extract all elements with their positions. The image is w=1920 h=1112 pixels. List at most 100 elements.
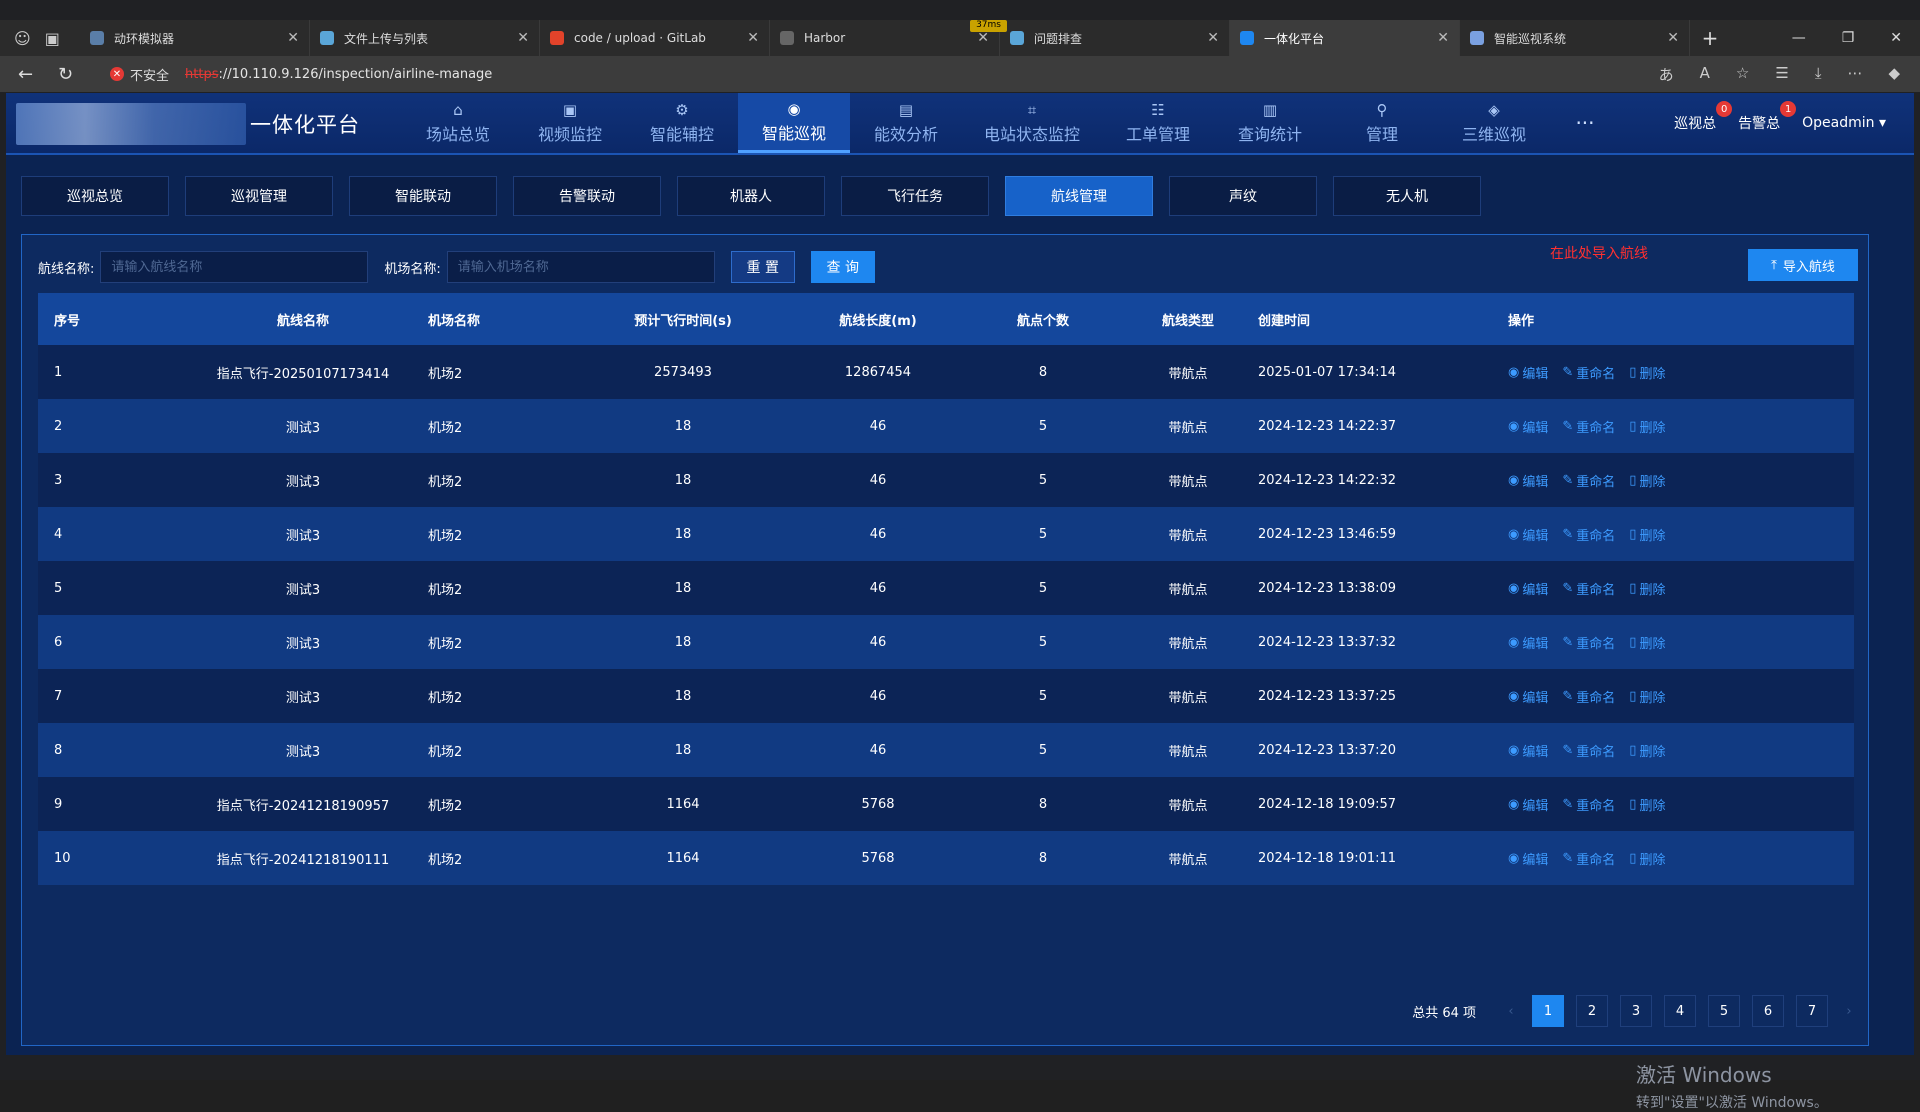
import-route-button[interactable]: ⤒ 导入航线: [1748, 249, 1858, 281]
prev-page-icon[interactable]: ‹: [1502, 1004, 1520, 1019]
browser-tab[interactable]: Harbor ✕ 37ms: [770, 20, 1007, 56]
table-cell: 带航点: [1168, 582, 1208, 598]
tab-close-icon[interactable]: ✕: [287, 30, 299, 46]
delete-button[interactable]: ▯ 删除: [1629, 363, 1665, 382]
edit-button[interactable]: ◉ 编辑: [1508, 741, 1548, 760]
subtab[interactable]: 机器人: [677, 176, 825, 216]
edit-button[interactable]: ◉ 编辑: [1508, 471, 1548, 490]
route-name-input[interactable]: [100, 251, 369, 283]
page-button[interactable]: 6: [1752, 995, 1784, 1027]
refresh-icon[interactable]: ↻: [58, 64, 98, 85]
tab-close-icon[interactable]: ✕: [1437, 30, 1449, 46]
read-aloud-icon[interactable]: A: [1700, 64, 1710, 85]
nav-item[interactable]: ⌂ 场站总览: [402, 93, 514, 153]
browser-tab[interactable]: 智能巡视系统 ✕: [1460, 20, 1690, 56]
translate-icon[interactable]: あ: [1659, 64, 1674, 85]
page-button[interactable]: 2: [1576, 995, 1608, 1027]
page-button[interactable]: 7: [1796, 995, 1828, 1027]
next-page-icon[interactable]: ›: [1840, 1004, 1858, 1019]
rename-button[interactable]: ✎ 重命名: [1562, 579, 1615, 598]
tab-close-icon[interactable]: ✕: [977, 30, 989, 46]
favorite-icon[interactable]: ☆: [1736, 64, 1749, 85]
rename-button[interactable]: ✎ 重命名: [1562, 417, 1615, 436]
page-button[interactable]: 5: [1708, 995, 1740, 1027]
more-menu-icon[interactable]: ⋯: [1847, 64, 1862, 85]
edit-button[interactable]: ◉ 编辑: [1508, 795, 1548, 814]
rename-button[interactable]: ✎ 重命名: [1562, 687, 1615, 706]
edit-button[interactable]: ◉ 编辑: [1508, 579, 1548, 598]
browser-tab[interactable]: 动环模拟器 ✕: [80, 20, 310, 56]
browser-tab[interactable]: 文件上传与列表 ✕: [310, 20, 540, 56]
rename-button[interactable]: ✎ 重命名: [1562, 849, 1615, 868]
browser-tab[interactable]: code / upload · GitLab ✕: [540, 20, 770, 56]
delete-button[interactable]: ▯ 删除: [1629, 471, 1665, 490]
rename-button[interactable]: ✎ 重命名: [1562, 795, 1615, 814]
rename-button[interactable]: ✎ 重命名: [1562, 525, 1615, 544]
delete-button[interactable]: ▯ 删除: [1629, 525, 1665, 544]
copilot-icon[interactable]: ◆: [1888, 64, 1900, 85]
downloads-icon[interactable]: ⤓: [1815, 64, 1822, 85]
reset-button[interactable]: 重 置: [730, 251, 795, 283]
favorites-list-icon[interactable]: ☰: [1775, 64, 1788, 85]
edit-button[interactable]: ◉ 编辑: [1508, 417, 1548, 436]
airport-name-input[interactable]: [446, 251, 715, 283]
delete-button[interactable]: ▯ 删除: [1629, 741, 1665, 760]
subtab[interactable]: 巡视总览: [21, 176, 169, 216]
back-icon[interactable]: ←: [18, 64, 58, 85]
delete-button[interactable]: ▯ 删除: [1629, 849, 1665, 868]
subtab[interactable]: 声纹: [1169, 176, 1317, 216]
alarm-total[interactable]: 告警总 1: [1738, 101, 1797, 133]
delete-button[interactable]: ▯ 删除: [1629, 687, 1665, 706]
tab-close-icon[interactable]: ✕: [747, 30, 759, 46]
subtab[interactable]: 智能联动: [349, 176, 497, 216]
subtab[interactable]: 飞行任务: [841, 176, 989, 216]
maximize-icon[interactable]: ❐: [1842, 30, 1855, 46]
close-window-icon[interactable]: ✕: [1890, 30, 1902, 46]
tab-close-icon[interactable]: ✕: [517, 30, 529, 46]
user-menu[interactable]: Opeadmin ▾: [1802, 115, 1886, 131]
nav-item[interactable]: ▥ 查询统计: [1214, 93, 1326, 153]
query-button[interactable]: 查 询: [810, 251, 875, 283]
page-button[interactable]: 4: [1664, 995, 1696, 1027]
delete-button[interactable]: ▯ 删除: [1629, 795, 1665, 814]
page-button[interactable]: 3: [1620, 995, 1652, 1027]
edit-button[interactable]: ◉ 编辑: [1508, 687, 1548, 706]
subtab[interactable]: 无人机: [1333, 176, 1481, 216]
subtab[interactable]: 告警联动: [513, 176, 661, 216]
edit-button[interactable]: ◉ 编辑: [1508, 849, 1548, 868]
nav-item[interactable]: ☷ 工单管理: [1102, 93, 1214, 153]
tab-close-icon[interactable]: ✕: [1207, 30, 1219, 46]
edit-button[interactable]: ◉ 编辑: [1508, 633, 1548, 652]
subtab[interactable]: 航线管理: [1005, 176, 1153, 216]
nav-item[interactable]: ▣ 视频监控: [514, 93, 626, 153]
browser-tab[interactable]: 一体化平台 ✕: [1230, 20, 1460, 56]
tab-actions-icon[interactable]: ▣: [45, 29, 60, 48]
nav-item[interactable]: ◈ 三维巡视: [1438, 93, 1550, 153]
table-cell: 46: [869, 472, 887, 488]
security-indicator[interactable]: ✕ 不安全: [110, 65, 169, 84]
rename-button[interactable]: ✎ 重命名: [1562, 471, 1615, 490]
nav-item[interactable]: ⌗ 电站状态监控: [962, 93, 1102, 153]
inspect-total[interactable]: 巡视总 0: [1674, 101, 1733, 133]
tab-close-icon[interactable]: ✕: [1667, 30, 1679, 46]
browser-tab[interactable]: 问题排查 ✕: [1000, 20, 1230, 56]
edit-button[interactable]: ◉ 编辑: [1508, 525, 1548, 544]
page-button[interactable]: 1: [1532, 995, 1564, 1027]
profile-icon[interactable]: ☺: [14, 29, 31, 48]
subtab[interactable]: 巡视管理: [185, 176, 333, 216]
delete-button[interactable]: ▯ 删除: [1629, 417, 1665, 436]
rename-button[interactable]: ✎ 重命名: [1562, 741, 1615, 760]
nav-item[interactable]: ▤ 能效分析: [850, 93, 962, 153]
delete-button[interactable]: ▯ 删除: [1629, 579, 1665, 598]
rename-button[interactable]: ✎ 重命名: [1562, 363, 1615, 382]
delete-button[interactable]: ▯ 删除: [1629, 633, 1665, 652]
edit-button[interactable]: ◉ 编辑: [1508, 363, 1548, 382]
minimize-icon[interactable]: —: [1792, 30, 1806, 46]
nav-item[interactable]: ⚙ 智能辅控: [626, 93, 738, 153]
nav-item[interactable]: ⚲ 管理: [1326, 93, 1438, 153]
nav-more-button[interactable]: ···: [1550, 93, 1620, 153]
new-tab-button[interactable]: +: [1690, 26, 1730, 50]
url-field[interactable]: https://10.110.9.126/inspection/airline-…: [185, 67, 492, 82]
rename-button[interactable]: ✎ 重命名: [1562, 633, 1615, 652]
nav-item[interactable]: ◉ 智能巡视: [738, 93, 850, 153]
